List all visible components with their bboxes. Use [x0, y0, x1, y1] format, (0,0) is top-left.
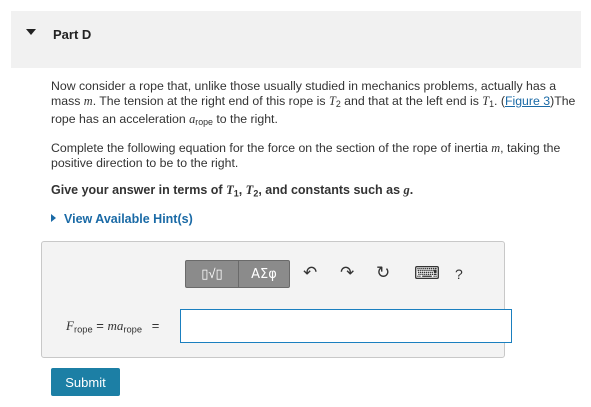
part-header[interactable]	[11, 11, 581, 68]
instruction-text: Complete the following equation for the …	[51, 141, 561, 170]
keyboard-icon[interactable]: ⌨	[414, 263, 440, 284]
problem-statement: Now consider a rope that, unlike those u…	[51, 79, 576, 128]
equation-lhs: Frope = marope =	[66, 318, 160, 335]
help-button[interactable]: ?	[455, 266, 463, 282]
part-title: Part D	[53, 27, 92, 42]
collapse-caret-icon[interactable]	[26, 29, 36, 35]
answer-terms-text: Give your answer in terms of T1, T2, and…	[51, 183, 414, 199]
figure-link[interactable]: Figure 3	[505, 94, 550, 108]
reset-icon[interactable]: ↻	[376, 263, 390, 283]
expand-arrow-icon	[51, 214, 56, 222]
greek-symbols-button[interactable]: ΑΣφ	[239, 261, 289, 287]
answer-input[interactable]	[180, 309, 512, 343]
math-toolbar: ▯√▯ ΑΣφ	[185, 260, 290, 288]
view-hints-link[interactable]: View Available Hint(s)	[51, 212, 193, 226]
redo-icon[interactable]: ↷	[340, 263, 354, 283]
submit-button[interactable]: Submit	[51, 368, 120, 396]
sqrt-template-icon: ▯√▯	[201, 266, 223, 281]
undo-icon[interactable]: ↶	[303, 263, 317, 283]
templates-button[interactable]: ▯√▯	[186, 261, 239, 287]
template-button-group: ▯√▯ ΑΣφ	[185, 260, 290, 288]
